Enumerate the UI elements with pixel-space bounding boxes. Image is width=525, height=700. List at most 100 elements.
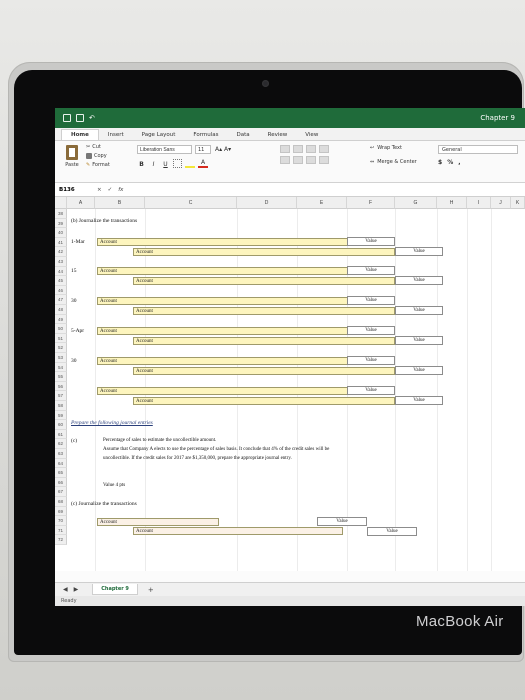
percent-button[interactable]: % — [447, 159, 453, 166]
row-header[interactable]: 45 — [55, 276, 67, 286]
tab-data[interactable]: Data — [228, 130, 259, 140]
credit-account[interactable]: Account — [133, 337, 395, 345]
credit-account[interactable]: Account — [133, 307, 395, 315]
bold-button[interactable]: B — [137, 159, 146, 168]
credit-value[interactable]: Value — [395, 247, 443, 256]
credit-value[interactable]: Value — [395, 336, 443, 345]
comma-button[interactable]: , — [458, 159, 460, 166]
row-header[interactable]: 72 — [55, 535, 67, 545]
row-header[interactable]: 71 — [55, 525, 67, 536]
row-header[interactable]: 51 — [55, 333, 67, 344]
debit-value[interactable]: Value — [347, 237, 395, 246]
debit-value[interactable]: Value — [347, 296, 395, 305]
column-header-d[interactable]: D — [237, 197, 297, 209]
number-format-select[interactable]: General — [438, 145, 518, 154]
indent-icon[interactable] — [319, 156, 329, 164]
final-credit-value[interactable]: Value — [367, 527, 417, 536]
credit-value[interactable]: Value — [395, 396, 443, 405]
name-box[interactable]: B136 — [55, 187, 85, 193]
copy-button[interactable]: Copy — [86, 153, 110, 159]
row-header[interactable]: 61 — [55, 429, 67, 440]
debit-value[interactable]: Value — [347, 386, 395, 395]
column-header-j[interactable]: J — [491, 197, 511, 209]
sidebar-toggle-icon[interactable] — [63, 114, 71, 122]
row-header[interactable]: 49 — [55, 314, 67, 325]
font-size-select[interactable]: 11 — [195, 145, 211, 154]
row-header[interactable]: 57 — [55, 391, 67, 401]
row-header[interactable]: 39 — [55, 218, 67, 229]
column-header-c[interactable]: C — [145, 197, 237, 209]
debit-account[interactable]: Account — [97, 357, 359, 365]
row-header[interactable]: 52 — [55, 343, 67, 353]
underline-button[interactable]: U — [161, 159, 170, 168]
debit-value[interactable]: Value — [347, 326, 395, 335]
credit-value[interactable]: Value — [395, 366, 443, 375]
align-top-icon[interactable] — [280, 145, 290, 153]
credit-account[interactable]: Account — [133, 277, 395, 285]
row-header[interactable]: 59 — [55, 410, 67, 421]
credit-account[interactable]: Account — [133, 248, 395, 256]
credit-value[interactable]: Value — [395, 306, 443, 315]
row-header[interactable]: 38 — [55, 209, 67, 219]
column-header-i[interactable]: I — [467, 197, 491, 209]
row-header[interactable]: 60 — [55, 420, 67, 430]
cut-button[interactable]: ✂ Cut — [86, 144, 110, 150]
row-header[interactable]: 48 — [55, 305, 67, 315]
debit-value[interactable]: Value — [347, 266, 395, 275]
row-header[interactable]: 41 — [55, 237, 67, 248]
final-debit-value[interactable]: Value — [317, 517, 367, 526]
row-header[interactable]: 63 — [55, 449, 67, 459]
row-header[interactable]: 55 — [55, 372, 67, 382]
borders-icon[interactable] — [173, 159, 182, 168]
row-header[interactable]: 43 — [55, 257, 67, 267]
format-painter-button[interactable]: ✎ Format — [86, 162, 110, 168]
debit-account[interactable]: Account — [97, 327, 359, 335]
column-header-g[interactable]: G — [395, 197, 437, 209]
grow-font-button[interactable]: A▴ — [215, 146, 222, 153]
row-header[interactable]: 53 — [55, 353, 67, 363]
row-header[interactable]: 40 — [55, 228, 67, 238]
debit-account[interactable]: Account — [97, 267, 359, 275]
row-header[interactable]: 67 — [55, 487, 67, 497]
italic-button[interactable]: I — [149, 159, 158, 168]
row-header[interactable]: 68 — [55, 497, 67, 507]
tab-home[interactable]: Home — [61, 129, 99, 140]
tab-review[interactable]: Review — [259, 130, 297, 140]
row-header[interactable]: 42 — [55, 247, 67, 257]
row-header[interactable]: 66 — [55, 477, 67, 488]
column-header-b[interactable]: B — [95, 197, 145, 209]
function-icon[interactable]: fx — [118, 187, 123, 193]
select-all-corner[interactable] — [55, 197, 67, 209]
font-family-select[interactable]: Liberation Sans — [137, 145, 192, 154]
row-header[interactable]: 46 — [55, 285, 67, 296]
row-header[interactable]: 47 — [55, 295, 67, 305]
align-middle-icon[interactable] — [293, 145, 303, 153]
row-header[interactable]: 70 — [55, 516, 67, 526]
row-header[interactable]: 56 — [55, 381, 67, 392]
debit-account[interactable]: Account — [97, 238, 359, 246]
row-header[interactable]: 50 — [55, 324, 67, 334]
fill-color-icon[interactable] — [185, 159, 195, 168]
sheet-tab-chapter-9[interactable]: Chapter 9 — [92, 584, 138, 595]
align-center-icon[interactable] — [293, 156, 303, 164]
next-sheet-icon[interactable]: ▶ — [74, 586, 79, 593]
spreadsheet-grid[interactable]: A B C D E F G H I J K 38 39 40 41 42 43 44 45 46… — [55, 197, 525, 571]
tab-formulas[interactable]: Formulas — [184, 130, 227, 140]
row-header[interactable]: 62 — [55, 439, 67, 449]
wrap-text-button[interactable]: ↩ Wrap Text — [370, 145, 402, 151]
row-header[interactable]: 64 — [55, 458, 67, 469]
credit-account[interactable]: Account — [133, 397, 395, 405]
prev-sheet-icon[interactable]: ◀ — [63, 586, 68, 593]
row-header[interactable]: 54 — [55, 362, 67, 373]
credit-account[interactable]: Account — [133, 367, 395, 375]
align-bottom-icon[interactable] — [306, 145, 316, 153]
tab-page-layout[interactable]: Page Layout — [133, 130, 185, 140]
column-header-k[interactable]: K — [511, 197, 525, 209]
debit-value[interactable]: Value — [347, 356, 395, 365]
final-debit-account[interactable]: Account — [97, 518, 219, 526]
final-credit-account[interactable]: Account — [133, 527, 343, 535]
column-header-e[interactable]: E — [297, 197, 347, 209]
column-header-a[interactable]: A — [67, 197, 95, 209]
tab-insert[interactable]: Insert — [99, 130, 133, 140]
font-color-icon[interactable]: A — [198, 159, 208, 168]
